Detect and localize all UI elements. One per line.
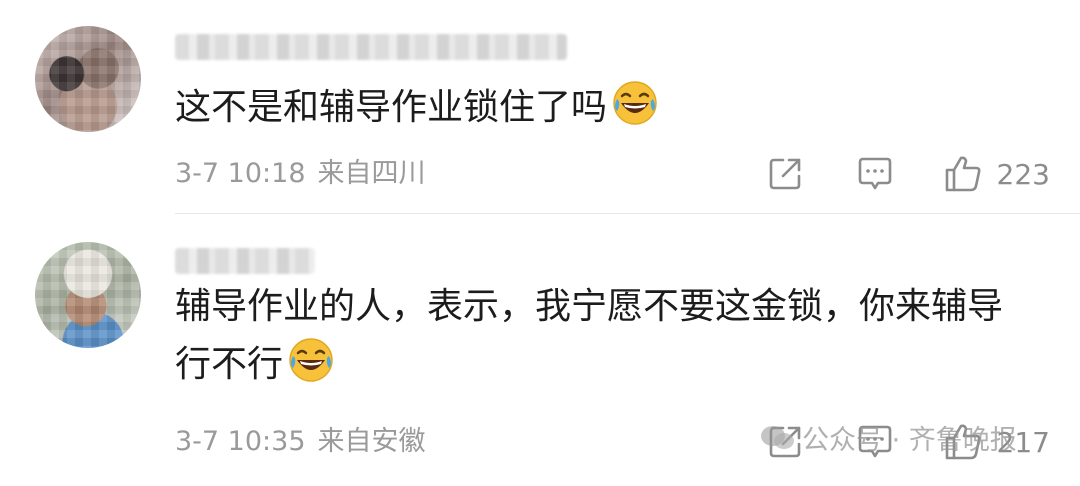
- comment-body: 这不是和辅导作业锁住了吗: [175, 87, 608, 128]
- username-blurred[interactable]: [175, 34, 567, 60]
- comment-icon[interactable]: [855, 154, 895, 194]
- thumbs-up-icon: [943, 154, 983, 194]
- laughing-tears-emoji: [289, 338, 333, 382]
- comment-date: 3-7 10:35: [175, 426, 306, 457]
- like-button[interactable]: 217: [943, 422, 1050, 462]
- comment-text: 这不是和辅导作业锁住了吗: [175, 79, 1035, 137]
- comment-text: 辅导作业的人，表示，我宁愿不要这金锁，你来辅导行不行: [175, 278, 1035, 394]
- comment-actions: 217: [765, 422, 1050, 462]
- like-count: 223: [996, 157, 1050, 191]
- laughing-tears-emoji: [613, 81, 657, 125]
- share-icon[interactable]: [765, 154, 805, 194]
- comment-item: 这不是和辅导作业锁住了吗 3-7 10:18 来自四川 223: [0, 0, 1080, 214]
- comment-location: 来自四川: [317, 158, 426, 189]
- avatar[interactable]: [35, 26, 141, 132]
- share-icon[interactable]: [765, 422, 805, 462]
- avatar[interactable]: [35, 242, 141, 348]
- comment-icon[interactable]: [855, 422, 895, 462]
- comment-item: 辅导作业的人，表示，我宁愿不要这金锁，你来辅导行不行 3-7 10:35 来自安徽: [0, 214, 1080, 486]
- thumbs-up-icon: [943, 422, 983, 462]
- comment-list: 这不是和辅导作业锁住了吗 3-7 10:18 来自四川 223 辅导作业的人，表…: [0, 0, 1080, 486]
- comment-actions: 223: [765, 154, 1050, 194]
- like-button[interactable]: 223: [943, 154, 1050, 194]
- avatar-mosaic: [35, 242, 141, 348]
- comment-location: 来自安徽: [317, 426, 426, 457]
- comment-date: 3-7 10:18: [175, 158, 306, 189]
- like-count: 217: [996, 425, 1050, 459]
- avatar-mosaic: [35, 26, 141, 132]
- comment-meta: 3-7 10:35 来自安徽: [175, 425, 426, 459]
- comment-meta: 3-7 10:18 来自四川: [175, 157, 426, 191]
- username-blurred[interactable]: [175, 248, 315, 274]
